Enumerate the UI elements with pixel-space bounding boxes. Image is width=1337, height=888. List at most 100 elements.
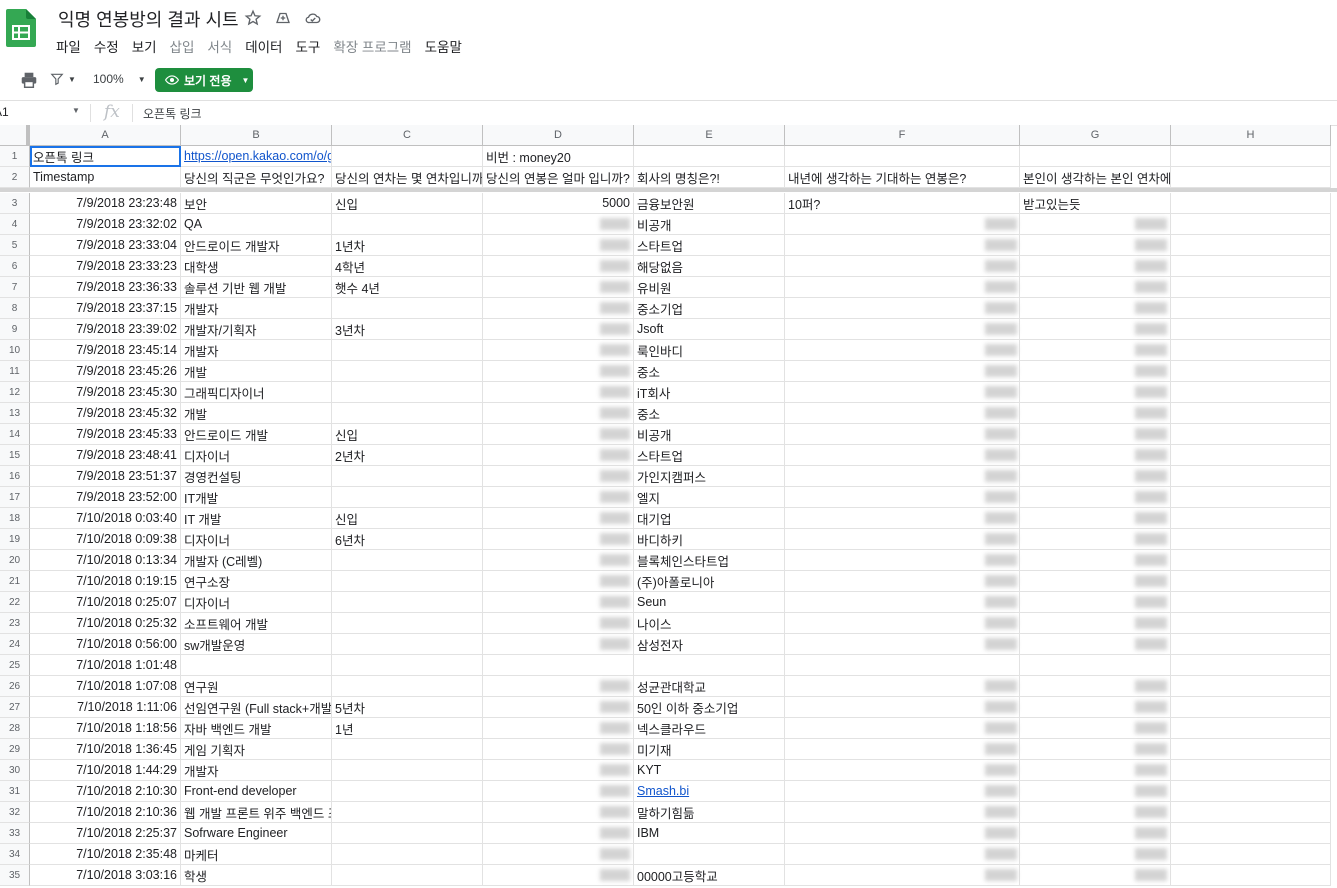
row-header[interactable]: 25 <box>0 655 30 676</box>
row-header[interactable]: 23 <box>0 613 30 634</box>
cell-E30[interactable]: KYT <box>634 760 785 781</box>
document-title[interactable]: 익명 연봉방의 결과 시트 <box>58 6 239 32</box>
cell-C22[interactable] <box>332 592 483 613</box>
cell-B11[interactable]: 개발 <box>181 361 332 382</box>
cell-C34[interactable] <box>332 844 483 865</box>
move-to-drive-icon[interactable] <box>273 8 293 28</box>
cell-C7[interactable]: 햇수 4년 <box>332 277 483 298</box>
cell-E19[interactable]: 바디하키 <box>634 529 785 550</box>
cell-A3[interactable]: 7/9/2018 23:23:48 <box>30 193 181 214</box>
row-header[interactable]: 20 <box>0 550 30 571</box>
zoom-select[interactable]: 100% ▼ <box>93 72 146 86</box>
cell-C9[interactable]: 3년차 <box>332 319 483 340</box>
cell-C20[interactable] <box>332 550 483 571</box>
row-header[interactable]: 19 <box>0 529 30 550</box>
cell-C12[interactable] <box>332 382 483 403</box>
cell-H32[interactable] <box>1171 802 1331 823</box>
cell-E29[interactable]: 미기재 <box>634 739 785 760</box>
cell-A2[interactable]: Timestamp <box>30 167 181 188</box>
cell-C14[interactable]: 신입 <box>332 424 483 445</box>
cell-H22[interactable] <box>1171 592 1331 613</box>
cell-G3[interactable]: 받고있는듯 <box>1020 193 1171 214</box>
star-icon[interactable] <box>243 8 263 28</box>
cell-H12[interactable] <box>1171 382 1331 403</box>
cell-A25[interactable]: 7/10/2018 1:01:48 <box>30 655 181 676</box>
cell-C13[interactable] <box>332 403 483 424</box>
row-header[interactable]: 5 <box>0 235 30 256</box>
cell-C17[interactable] <box>332 487 483 508</box>
cell-E18[interactable]: 대기업 <box>634 508 785 529</box>
cell-C16[interactable] <box>332 466 483 487</box>
cell-A5[interactable]: 7/9/2018 23:33:04 <box>30 235 181 256</box>
cell-C11[interactable] <box>332 361 483 382</box>
cell-C1[interactable] <box>332 146 483 167</box>
cell-B23[interactable]: 소프트웨어 개발 <box>181 613 332 634</box>
cell-B5[interactable]: 안드로이드 개발자 <box>181 235 332 256</box>
cell-H33[interactable] <box>1171 823 1331 844</box>
cell-E35[interactable]: 00000고등학교 <box>634 865 785 886</box>
cell-C2[interactable]: 당신의 연차는 몇 연차입니까 <box>332 167 483 188</box>
cell-E21[interactable]: (주)아폴로니아 <box>634 571 785 592</box>
cell-H19[interactable] <box>1171 529 1331 550</box>
cell-H5[interactable] <box>1171 235 1331 256</box>
cell-B33[interactable]: Sofrware Engineer <box>181 823 332 844</box>
row-header[interactable]: 11 <box>0 361 30 382</box>
cell-B7[interactable]: 솔루션 기반 웹 개발 <box>181 277 332 298</box>
cell-A23[interactable]: 7/10/2018 0:25:32 <box>30 613 181 634</box>
cell-A34[interactable]: 7/10/2018 2:35:48 <box>30 844 181 865</box>
cell-H9[interactable] <box>1171 319 1331 340</box>
cell-H15[interactable] <box>1171 445 1331 466</box>
row-header[interactable]: 14 <box>0 424 30 445</box>
cell-B16[interactable]: 경영컨설팅 <box>181 466 332 487</box>
cell-B31[interactable]: Front-end developer <box>181 781 332 802</box>
cell-H13[interactable] <box>1171 403 1331 424</box>
cell-B18[interactable]: IT 개발 <box>181 508 332 529</box>
cell-C25[interactable] <box>332 655 483 676</box>
cell-C5[interactable]: 1년차 <box>332 235 483 256</box>
cell-H21[interactable] <box>1171 571 1331 592</box>
cell-B8[interactable]: 개발자 <box>181 298 332 319</box>
cell-H4[interactable] <box>1171 214 1331 235</box>
cell-H10[interactable] <box>1171 340 1331 361</box>
cell-H28[interactable] <box>1171 718 1331 739</box>
cell-B28[interactable]: 자바 백엔드 개발 <box>181 718 332 739</box>
row-header[interactable]: 17 <box>0 487 30 508</box>
cell-A33[interactable]: 7/10/2018 2:25:37 <box>30 823 181 844</box>
column-header[interactable]: G <box>1020 125 1171 146</box>
row-header[interactable]: 13 <box>0 403 30 424</box>
cell-D1[interactable]: 비번 : money20 <box>483 146 634 167</box>
cell-C31[interactable] <box>332 781 483 802</box>
cell-A22[interactable]: 7/10/2018 0:25:07 <box>30 592 181 613</box>
cell-G1[interactable] <box>1020 146 1171 167</box>
cell-C23[interactable] <box>332 613 483 634</box>
menu-item[interactable]: 서식 <box>207 36 232 56</box>
cell-B15[interactable]: 디자이너 <box>181 445 332 466</box>
cell-A27[interactable]: 7/10/2018 1:11:06 <box>30 697 181 718</box>
cell-B9[interactable]: 개발자/기획자 <box>181 319 332 340</box>
cell-C19[interactable]: 6년차 <box>332 529 483 550</box>
cell-D2[interactable]: 당신의 연봉은 얼마 입니까? <box>483 167 634 188</box>
cell-D3[interactable]: 5000 <box>483 193 634 214</box>
menu-item[interactable]: 확장 프로그램 <box>333 36 411 56</box>
cell-A10[interactable]: 7/9/2018 23:45:14 <box>30 340 181 361</box>
cell-H31[interactable] <box>1171 781 1331 802</box>
column-header[interactable]: A <box>30 125 181 146</box>
cell-B30[interactable]: 개발자 <box>181 760 332 781</box>
cell-E13[interactable]: 중소 <box>634 403 785 424</box>
cell-C21[interactable] <box>332 571 483 592</box>
row-header[interactable]: 31 <box>0 781 30 802</box>
column-header[interactable]: F <box>785 125 1020 146</box>
cell-B34[interactable]: 마케터 <box>181 844 332 865</box>
cell-E14[interactable]: 비공개 <box>634 424 785 445</box>
cell-H7[interactable] <box>1171 277 1331 298</box>
cell-A19[interactable]: 7/10/2018 0:09:38 <box>30 529 181 550</box>
cell-E31[interactable]: Smash.bi <box>634 781 785 802</box>
column-header[interactable]: H <box>1171 125 1331 146</box>
select-all-corner[interactable] <box>0 125 30 146</box>
cell-A8[interactable]: 7/9/2018 23:37:15 <box>30 298 181 319</box>
row-header[interactable]: 30 <box>0 760 30 781</box>
cell-A17[interactable]: 7/9/2018 23:52:00 <box>30 487 181 508</box>
cell-E23[interactable]: 나이스 <box>634 613 785 634</box>
row-header[interactable]: 28 <box>0 718 30 739</box>
cell-A6[interactable]: 7/9/2018 23:33:23 <box>30 256 181 277</box>
